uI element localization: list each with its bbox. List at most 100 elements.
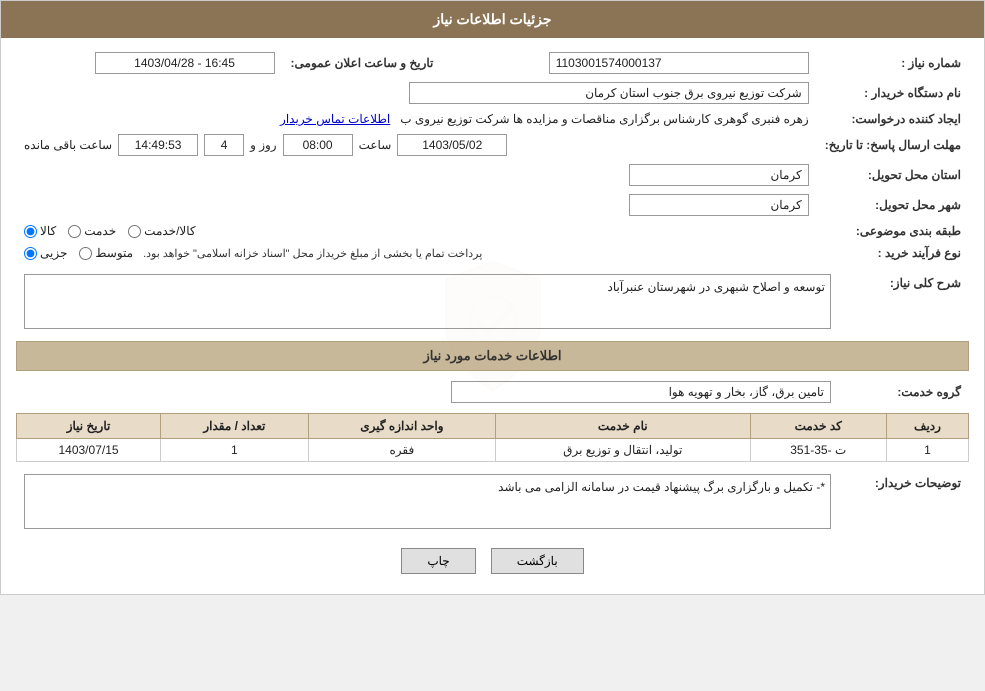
nooe-jozyi-label: جزیی — [40, 246, 67, 260]
print-button[interactable]: چاپ — [401, 548, 475, 574]
nooe-jozyi[interactable]: جزیی — [24, 246, 67, 260]
page-wrapper: جزئیات اطلاعات نیاز شماره نیاز : 1103001… — [0, 0, 985, 595]
row-mohlat: مهلت ارسال پاسخ: تا تاریخ: 1403/05/02 سا… — [16, 130, 969, 160]
gorooh-input: تامین برق، گاز، بخار و تهویه هوا — [451, 381, 831, 403]
nooe-note: پرداخت تمام یا بخشی از مبلغ خریداز محل "… — [143, 247, 482, 260]
section2-header: اطلاعات خدمات مورد نیاز — [16, 341, 969, 371]
nooe-radio-group: متوسط جزیی — [24, 246, 133, 260]
mohlat-saat-label: ساعت — [359, 138, 392, 152]
tarikh-value: 1403/04/28 - 16:45 — [16, 48, 283, 78]
row-ijad: ایجاد کننده درخواست: زهره فنبری گوهری کا… — [16, 108, 969, 130]
table-row: 1ت -35-351تولید، انتقال و توزیع برقفقره1… — [17, 439, 969, 462]
gorooh-value: تامین برق، گاز، بخار و تهویه هوا — [16, 377, 839, 407]
shomara-label: شماره نیاز : — [817, 48, 969, 78]
tabaqe-kala-radio[interactable] — [24, 225, 37, 238]
mohlat-saat-input: 08:00 — [283, 134, 353, 156]
row-tabaqe: طبقه بندی موضوعی: کالا/خدمت خدمت کالا — [16, 220, 969, 242]
row-gorooh: گروه خدمت: تامین برق، گاز، بخار و تهویه … — [16, 377, 969, 407]
cell-name_khedmat: تولید، انتقال و توزیع برق — [496, 439, 750, 462]
mohlat-baqi-input: 14:49:53 — [118, 134, 198, 156]
col-name: نام خدمت — [496, 414, 750, 439]
tabaqe-khedmat[interactable]: خدمت — [68, 224, 116, 238]
cell-kod_khedmat: ت -35-351 — [750, 439, 886, 462]
ostan-value: کرمان — [16, 160, 817, 190]
ettelaat-tamas-link[interactable]: اطلاعات تماس خریدار — [280, 112, 390, 126]
cell-tarikh: 1403/07/15 — [17, 439, 161, 462]
back-button[interactable]: بازگشت — [491, 548, 584, 574]
cell-tedad: 1 — [161, 439, 309, 462]
shomara-input: 1103001574000137 — [549, 52, 809, 74]
shahr-label: شهر محل تحویل: — [817, 190, 969, 220]
mohlat-baqi-label: ساعت باقی مانده — [24, 138, 112, 152]
row-tosiyat: توضیحات خریدار: *- تکمیل و بارگزاری برگ … — [16, 470, 969, 533]
row-shahr: شهر محل تحویل: کرمان — [16, 190, 969, 220]
shahr-input: کرمان — [629, 194, 809, 216]
nam-dastgah-value: شرکت توزیع نیروی برق جنوب استان کرمان — [16, 78, 817, 108]
tosiyat-label: توضیحات خریدار: — [839, 470, 969, 533]
button-group: بازگشت چاپ — [16, 548, 969, 574]
cell-radif: 1 — [886, 439, 968, 462]
tabaqe-label: طبقه بندی موضوعی: — [817, 220, 969, 242]
mohlat-rooz-label: روز و — [250, 138, 277, 152]
tabaqe-kala[interactable]: کالا — [24, 224, 56, 238]
tabaqe-kala-khedmat-radio[interactable] — [128, 225, 141, 238]
nooe-row: پرداخت تمام یا بخشی از مبلغ خریداز محل "… — [24, 246, 809, 260]
row-shomara: شماره نیاز : 1103001574000137 تاریخ و سا… — [16, 48, 969, 78]
nooe-jozyi-radio[interactable] — [24, 247, 37, 260]
tabaqe-kala-khedmat-label: کالا/خدمت — [144, 224, 195, 238]
tosiyat-textarea[interactable]: *- تکمیل و بارگزاری برگ پیشنهاد قیمت در … — [24, 474, 831, 529]
date-row: 1403/05/02 ساعت 08:00 روز و 4 14:49:53 س… — [24, 134, 809, 156]
ostan-label: استان محل تحویل: — [817, 160, 969, 190]
page-header: جزئیات اطلاعات نیاز — [1, 1, 984, 38]
mohlat-value: 1403/05/02 ساعت 08:00 روز و 4 14:49:53 س… — [16, 130, 817, 160]
ijad-value: زهره فنبری گوهری کارشناس برگزاری مناقصات… — [16, 108, 817, 130]
col-radif: ردیف — [886, 414, 968, 439]
tabaqe-khedmat-radio[interactable] — [68, 225, 81, 238]
info-table: شماره نیاز : 1103001574000137 تاریخ و سا… — [16, 48, 969, 264]
services-header-row: ردیف کد خدمت نام خدمت واحد اندازه گیری ت… — [17, 414, 969, 439]
main-content: شماره نیاز : 1103001574000137 تاریخ و سا… — [1, 38, 984, 594]
col-kod: کد خدمت — [750, 414, 886, 439]
tabaqe-kala-label: کالا — [40, 224, 56, 238]
shahr-value: کرمان — [16, 190, 817, 220]
mohlat-rooz-input: 4 — [204, 134, 244, 156]
tosiyat-table: توضیحات خریدار: *- تکمیل و بارگزاری برگ … — [16, 470, 969, 533]
mohlat-date-input: 1403/05/02 — [397, 134, 507, 156]
tosiyat-value-cell: *- تکمیل و بارگزاری برگ پیشنهاد قیمت در … — [16, 470, 839, 533]
tabaqe-radio-group: کالا/خدمت خدمت کالا — [24, 224, 809, 238]
sharh-text: توسعه و اصلاح شبهری در شهرستان عنبرآباد — [608, 280, 825, 294]
sharh-table: شرح کلی نیاز: توسعه و اصلاح شبهری در شهر… — [16, 270, 969, 333]
sharh-textarea[interactable]: توسعه و اصلاح شبهری در شهرستان عنبرآباد — [24, 274, 831, 329]
row-nam-dastgah: نام دستگاه خریدار : شرکت توزیع نیروی برق… — [16, 78, 969, 108]
sharh-value-cell: توسعه و اصلاح شبهری در شهرستان عنبرآباد — [16, 270, 839, 333]
services-tbody: 1ت -35-351تولید، انتقال و توزیع برقفقره1… — [17, 439, 969, 462]
nooe-motawaset[interactable]: متوسط — [79, 246, 133, 260]
mohlat-label: مهلت ارسال پاسخ: تا تاریخ: — [817, 130, 969, 160]
nam-dastgah-input: شرکت توزیع نیروی برق جنوب استان کرمان — [409, 82, 809, 104]
row-ostan: استان محل تحویل: کرمان — [16, 160, 969, 190]
tarikh-input: 1403/04/28 - 16:45 — [95, 52, 275, 74]
col-vahed: واحد اندازه گیری — [308, 414, 495, 439]
row-nooe: نوع فرآیند خرید : پرداخت تمام یا بخشی از… — [16, 242, 969, 264]
col-tedad: تعداد / مقدار — [161, 414, 309, 439]
services-table: ردیف کد خدمت نام خدمت واحد اندازه گیری ت… — [16, 413, 969, 462]
row-sharh: شرح کلی نیاز: توسعه و اصلاح شبهری در شهر… — [16, 270, 969, 333]
nooe-label: نوع فرآیند خرید : — [817, 242, 969, 264]
ostan-input: کرمان — [629, 164, 809, 186]
gorooh-label: گروه خدمت: — [839, 377, 969, 407]
ijad-text: زهره فنبری گوهری کارشناس برگزاری مناقصات… — [400, 112, 808, 126]
tarikh-label: تاریخ و ساعت اعلان عمومی: — [283, 48, 442, 78]
tosiyat-text: *- تکمیل و بارگزاری برگ پیشنهاد قیمت در … — [498, 480, 825, 494]
nam-dastgah-label: نام دستگاه خریدار : — [817, 78, 969, 108]
page-title: جزئیات اطلاعات نیاز — [433, 11, 551, 27]
ijad-label: ایجاد کننده درخواست: — [817, 108, 969, 130]
nooe-motawaset-radio[interactable] — [79, 247, 92, 260]
tabaqe-kala-khedmat[interactable]: کالا/خدمت — [128, 224, 195, 238]
cell-vahed: فقره — [308, 439, 495, 462]
gorooh-table: گروه خدمت: تامین برق، گاز، بخار و تهویه … — [16, 377, 969, 407]
tabaqe-value: کالا/خدمت خدمت کالا — [16, 220, 817, 242]
nooe-value: پرداخت تمام یا بخشی از مبلغ خریداز محل "… — [16, 242, 817, 264]
shomara-value: 1103001574000137 — [441, 48, 816, 78]
tabaqe-khedmat-label: خدمت — [84, 224, 116, 238]
nooe-motawaset-label: متوسط — [95, 246, 133, 260]
